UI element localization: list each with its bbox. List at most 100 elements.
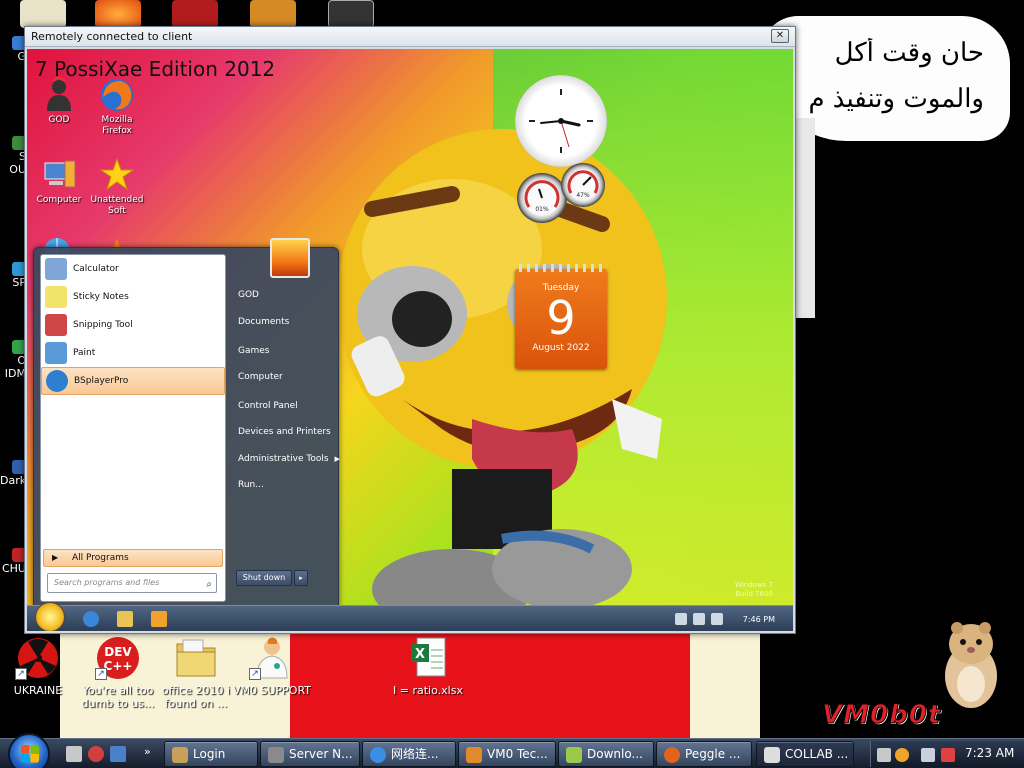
- remote-icon-unattended[interactable]: Unattended Soft: [87, 157, 147, 217]
- computer-icon: [41, 157, 77, 193]
- top-icon[interactable]: [250, 0, 296, 28]
- start-menu-link-run[interactable]: Run...: [238, 480, 264, 490]
- remote-system-tray: 7:46 PM: [674, 610, 789, 628]
- action-center-icon[interactable]: [692, 613, 705, 625]
- close-button[interactable]: ✕: [771, 29, 789, 43]
- taskbar-button-collab[interactable]: COLLAB ...: [756, 741, 854, 767]
- chrome-icon: [370, 747, 386, 763]
- top-icon[interactable]: [328, 0, 374, 28]
- desktop-icon-vm0-support[interactable]: ↗ VM0 SUPPORT: [226, 636, 318, 697]
- taskbar-button-downloads[interactable]: Downlo...: [558, 741, 654, 767]
- remote-desktop: 7 PossiXae Edition 2012 GOD Mozilla Fire…: [27, 49, 793, 631]
- media-player-icon[interactable]: [151, 611, 167, 627]
- start-menu-link-god[interactable]: GOD: [238, 290, 259, 300]
- start-menu-link-devices-printers[interactable]: Devices and Printers: [238, 427, 331, 437]
- search-icon[interactable]: ⌕: [206, 576, 212, 594]
- shutdown-button[interactable]: Shut down: [236, 570, 292, 586]
- start-menu-item-paint[interactable]: Paint: [41, 339, 225, 367]
- top-icon[interactable]: [95, 0, 141, 28]
- desktop-icon-partial[interactable]: Dark: [0, 460, 26, 487]
- user-icon: [41, 75, 77, 113]
- top-icon[interactable]: [20, 0, 66, 28]
- start-menu-item-calculator[interactable]: Calculator: [41, 255, 225, 283]
- server-icon: [268, 747, 284, 763]
- desktop-icon-partial[interactable]: CHU: [0, 548, 26, 575]
- background-window-edge: ✕: [795, 118, 815, 318]
- cpu-meter-gadget[interactable]: 01%: [517, 173, 567, 223]
- start-menu-item-sticky-notes[interactable]: Sticky Notes: [41, 283, 225, 311]
- desktop-icon-partial[interactable]: O IDM: [0, 340, 26, 380]
- tray-network-icon[interactable]: [877, 748, 891, 762]
- download-icon: [566, 747, 582, 763]
- start-menu-link-games[interactable]: Games: [238, 346, 269, 356]
- svg-text:DEV: DEV: [104, 645, 132, 659]
- tray-volume-muted-icon[interactable]: [941, 748, 955, 762]
- calculator-icon: [45, 258, 67, 280]
- support-person-icon: [466, 747, 482, 763]
- quicklaunch-icon[interactable]: [66, 746, 82, 762]
- ie-icon[interactable]: [83, 611, 99, 627]
- quicklaunch-icon[interactable]: [88, 746, 104, 762]
- remote-icon-firefox[interactable]: Mozilla Firefox: [87, 77, 147, 137]
- desktop-icon-partial[interactable]: G: [0, 36, 26, 63]
- desktop-icon-ratio-xlsx[interactable]: X I = ratio.xlsx: [382, 636, 474, 697]
- hamster-icon: [935, 614, 1005, 714]
- shutdown-options-button[interactable]: ▸: [294, 570, 308, 586]
- os-build-watermark: Windows 7 Build 7600: [735, 581, 773, 598]
- taskbar-button-peggle[interactable]: Peggle ...: [656, 741, 752, 767]
- star-icon: [99, 157, 135, 193]
- start-menu-places-pane: GOD Documents Games Computer Control Pan…: [232, 238, 340, 602]
- network-icon[interactable]: [674, 613, 687, 625]
- start-menu-link-admin-tools[interactable]: Administrative Tools ▶: [238, 454, 340, 464]
- system-tray: 7:23 AM: [870, 741, 1024, 767]
- tray-search-icon[interactable]: [895, 748, 909, 762]
- start-menu-programs-pane: Calculator Sticky Notes Snipping Tool Pa…: [40, 254, 226, 602]
- system-clock[interactable]: 7:23 AM: [965, 746, 1014, 760]
- taskbar-button-vm0-tech[interactable]: VM0 Tec...: [458, 741, 556, 767]
- start-menu-link-control-panel[interactable]: Control Panel: [238, 401, 298, 411]
- quicklaunch-overflow-icon[interactable]: »: [144, 745, 151, 758]
- taskbar-button-network[interactable]: 网络连...: [362, 741, 456, 767]
- all-programs-button[interactable]: ▶ All Programs: [43, 549, 223, 567]
- remote-clock[interactable]: 7:46 PM: [743, 615, 775, 624]
- bsplayer-icon: [46, 370, 68, 392]
- start-menu-link-computer[interactable]: Computer: [238, 372, 283, 382]
- login-icon: [172, 747, 188, 763]
- top-icon[interactable]: [172, 0, 218, 28]
- calendar-gadget[interactable]: Tuesday 9 August 2022: [515, 264, 607, 369]
- dev-cpp-icon: DEV C++ ↗: [95, 636, 141, 680]
- desktop-icon-partial[interactable]: SP: [0, 262, 26, 289]
- remote-window-titlebar[interactable]: Remotely connected to client ✕: [25, 27, 795, 47]
- memory-meter-gadget[interactable]: 47%: [561, 163, 605, 207]
- remote-icon-computer[interactable]: Computer: [29, 157, 89, 206]
- start-menu-item-bsplayerpro[interactable]: BSplayerPro: [41, 367, 225, 395]
- taskbar-button-login[interactable]: Login: [164, 741, 258, 767]
- taskbar-button-server[interactable]: Server N...: [260, 741, 360, 767]
- start-menu-item-snipping-tool[interactable]: Snipping Tool: [41, 311, 225, 339]
- desktop-icon-partial[interactable]: S OU: [0, 136, 26, 176]
- triangle-right-icon: ▶: [52, 553, 59, 562]
- explorer-folder-icon[interactable]: [117, 611, 133, 627]
- remote-start-button[interactable]: [35, 602, 65, 631]
- shortcut-arrow-icon: ↗: [15, 668, 27, 680]
- tray-flag-icon[interactable]: [921, 748, 935, 762]
- remote-icon-god[interactable]: GOD: [29, 75, 89, 126]
- calendar-date: 9: [546, 291, 576, 345]
- paint-icon: [45, 342, 67, 364]
- start-menu-link-documents[interactable]: Documents: [238, 317, 289, 327]
- folder-icon: [173, 636, 219, 680]
- radiation-icon: ↗: [15, 636, 61, 680]
- shortcut-arrow-icon: ↗: [249, 668, 261, 680]
- submenu-arrow-icon: ▶: [334, 455, 340, 463]
- shortcut-arrow-icon: ↗: [95, 668, 107, 680]
- show-desktop-icon[interactable]: [110, 746, 126, 762]
- firefox-icon: [99, 77, 135, 113]
- user-picture[interactable]: [270, 238, 310, 278]
- start-search-input[interactable]: Search programs and files ⌕: [47, 573, 217, 593]
- start-menu: Calculator Sticky Notes Snipping Tool Pa…: [33, 238, 340, 607]
- remote-taskbar: 7:46 PM: [27, 602, 793, 631]
- start-button[interactable]: [8, 733, 50, 768]
- volume-icon[interactable]: [710, 613, 723, 625]
- svg-text:C++: C++: [104, 659, 133, 673]
- clock-gadget[interactable]: [515, 75, 607, 167]
